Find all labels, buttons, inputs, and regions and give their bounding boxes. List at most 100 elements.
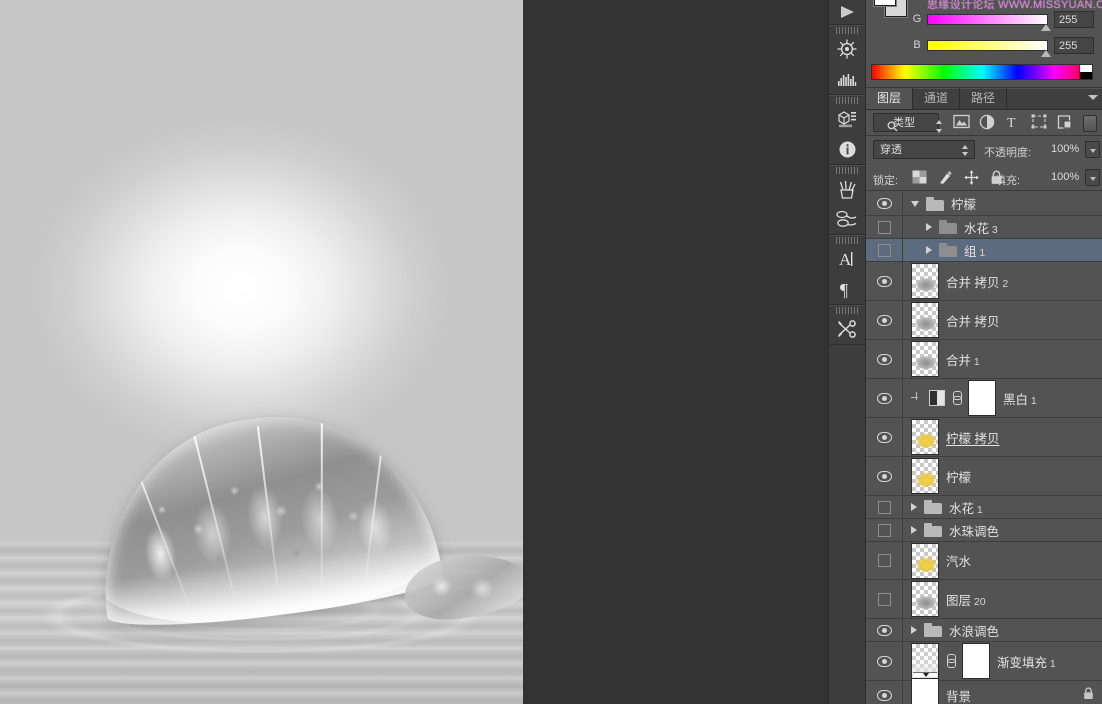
- link-icon[interactable]: [946, 654, 956, 668]
- opacity-dropdown-icon[interactable]: [1085, 141, 1100, 158]
- dock-grip[interactable]: [836, 167, 858, 174]
- filter-kind-select[interactable]: 类型: [873, 113, 942, 133]
- layer-name[interactable]: 柠檬: [946, 467, 971, 486]
- color-slider-b[interactable]: B 255: [866, 36, 1102, 58]
- layer-visibility-toggle[interactable]: [866, 457, 903, 495]
- filter-type-icon[interactable]: T: [1005, 114, 1022, 131]
- layer-row[interactable]: 水浪调色: [866, 619, 1102, 642]
- brush-presets-icon[interactable]: [829, 174, 865, 204]
- dock-grip[interactable]: [836, 97, 858, 104]
- lock-transparency-icon[interactable]: [912, 170, 927, 185]
- color-slider-b-thumb[interactable]: [1041, 50, 1051, 57]
- layer-row[interactable]: 柠檬 拷贝: [866, 418, 1102, 457]
- fill-dropdown-icon[interactable]: [1085, 169, 1100, 186]
- layer-visibility-toggle[interactable]: [866, 262, 903, 300]
- layer-visibility-toggle[interactable]: [866, 580, 903, 618]
- lock-image-icon[interactable]: [938, 170, 953, 185]
- layer-mask-thumbnail[interactable]: [968, 380, 996, 416]
- layer-row-body[interactable]: 柠檬: [903, 192, 1102, 215]
- layer-row-body[interactable]: 水珠调色: [903, 519, 1102, 541]
- chevron-right-icon[interactable]: [911, 626, 917, 634]
- layer-thumbnail[interactable]: [911, 341, 939, 377]
- layer-row[interactable]: 渐变填充 1: [866, 642, 1102, 681]
- layer-visibility-toggle[interactable]: [866, 642, 903, 680]
- layer-thumbnail[interactable]: [911, 419, 939, 455]
- foreground-color-swatch[interactable]: [874, 0, 896, 6]
- black-white-adjustment-icon[interactable]: [929, 390, 945, 406]
- layer-row[interactable]: 合并 拷贝 2: [866, 262, 1102, 301]
- layer-visibility-toggle[interactable]: [866, 619, 903, 641]
- histogram-icon[interactable]: [829, 64, 865, 94]
- link-icon[interactable]: [952, 391, 962, 405]
- chevron-right-icon[interactable]: [926, 223, 932, 231]
- layer-visibility-toggle[interactable]: [866, 216, 903, 238]
- layer-thumbnail[interactable]: [911, 643, 939, 679]
- opacity-value[interactable]: 100%: [1048, 141, 1084, 158]
- layer-visibility-toggle[interactable]: [866, 418, 903, 456]
- layer-row-body[interactable]: 水浪调色: [903, 619, 1102, 641]
- filter-enable-toggle[interactable]: [1083, 115, 1097, 132]
- helm-wheel-icon[interactable]: [829, 34, 865, 64]
- layer-row-body[interactable]: 汽水: [903, 542, 1102, 579]
- layer-thumbnail[interactable]: [911, 677, 939, 704]
- layer-row-body[interactable]: 合并 拷贝: [903, 301, 1102, 339]
- layer-visibility-toggle[interactable]: [866, 379, 903, 417]
- layer-name[interactable]: 柠檬: [951, 194, 976, 213]
- character-icon[interactable]: A: [829, 244, 865, 274]
- chevron-right-icon[interactable]: [911, 526, 917, 534]
- layer-name[interactable]: 柠檬 拷贝: [946, 428, 999, 447]
- lock-position-icon[interactable]: [964, 170, 979, 185]
- layer-row[interactable]: 合并 1: [866, 340, 1102, 379]
- layer-visibility-toggle[interactable]: [866, 192, 903, 215]
- layer-thumbnail[interactable]: [911, 458, 939, 494]
- layer-name[interactable]: 合并 拷贝: [946, 311, 999, 330]
- layers-list[interactable]: 柠檬 水花 3组 1 合并 拷贝 2 合并 拷贝 合并 1 黑白 1 柠檬 拷贝 柠檬 水花 1…: [866, 192, 1102, 704]
- layer-name[interactable]: 黑白 1: [1003, 389, 1037, 408]
- document-canvas[interactable]: [0, 0, 523, 704]
- layer-name[interactable]: 组 1: [964, 241, 985, 260]
- color-slider-b-track[interactable]: [927, 40, 1048, 51]
- layer-name[interactable]: 水花 3: [964, 218, 998, 237]
- layer-visibility-toggle[interactable]: [866, 496, 903, 518]
- filter-adjustment-icon[interactable]: [979, 114, 996, 131]
- chevron-right-icon[interactable]: [911, 503, 917, 511]
- blend-mode-stepper[interactable]: [962, 145, 969, 156]
- measurement-log-icon[interactable]: [829, 104, 865, 134]
- layer-row-body[interactable]: 柠檬 拷贝: [903, 418, 1102, 456]
- paragraph-icon[interactable]: ¶: [829, 274, 865, 304]
- layer-name[interactable]: 汽水: [946, 551, 971, 570]
- layer-row[interactable]: 汽水: [866, 542, 1102, 580]
- layer-thumbnail[interactable]: [911, 302, 939, 338]
- layer-row[interactable]: 合并 拷贝: [866, 301, 1102, 340]
- color-spectrum-ramp[interactable]: [871, 64, 1093, 80]
- layer-row[interactable]: 背景: [866, 677, 1102, 704]
- layer-row[interactable]: 水花 1: [866, 496, 1102, 519]
- layer-visibility-toggle[interactable]: [866, 542, 903, 579]
- layer-name[interactable]: 水珠调色: [949, 521, 999, 540]
- layer-name[interactable]: 水花 1: [949, 498, 983, 517]
- layer-row-body[interactable]: 图层 20: [903, 580, 1102, 618]
- clone-source-icon[interactable]: [829, 204, 865, 234]
- layer-name[interactable]: 合并 1: [946, 350, 980, 369]
- filter-shape-icon[interactable]: [1031, 114, 1048, 131]
- tab-channels[interactable]: 通道: [913, 88, 961, 109]
- tab-layers[interactable]: 图层: [866, 88, 914, 109]
- dock-grip[interactable]: [836, 237, 858, 244]
- layer-row-body[interactable]: 水花 3: [903, 216, 1102, 238]
- layer-row-body[interactable]: 背景: [903, 677, 1102, 704]
- layer-row[interactable]: 柠檬: [866, 457, 1102, 496]
- layer-mask-thumbnail[interactable]: [962, 643, 990, 679]
- layer-visibility-toggle[interactable]: [866, 301, 903, 339]
- layer-thumbnail[interactable]: [911, 542, 939, 579]
- layer-row-body[interactable]: 黑白 1: [903, 379, 1102, 417]
- filter-kind-stepper[interactable]: [936, 120, 943, 133]
- layer-name[interactable]: 背景: [946, 686, 971, 704]
- panel-menu-icon[interactable]: [1088, 95, 1098, 100]
- layer-row-body[interactable]: 组 1: [903, 239, 1102, 261]
- chevron-down-icon[interactable]: [911, 200, 919, 207]
- fill-value[interactable]: 100%: [1048, 169, 1084, 186]
- filter-pixel-icon[interactable]: [953, 114, 970, 131]
- layer-row[interactable]: 黑白 1: [866, 379, 1102, 418]
- blend-mode-select[interactable]: 穿透: [873, 140, 975, 159]
- layer-row-body[interactable]: 合并 1: [903, 340, 1102, 378]
